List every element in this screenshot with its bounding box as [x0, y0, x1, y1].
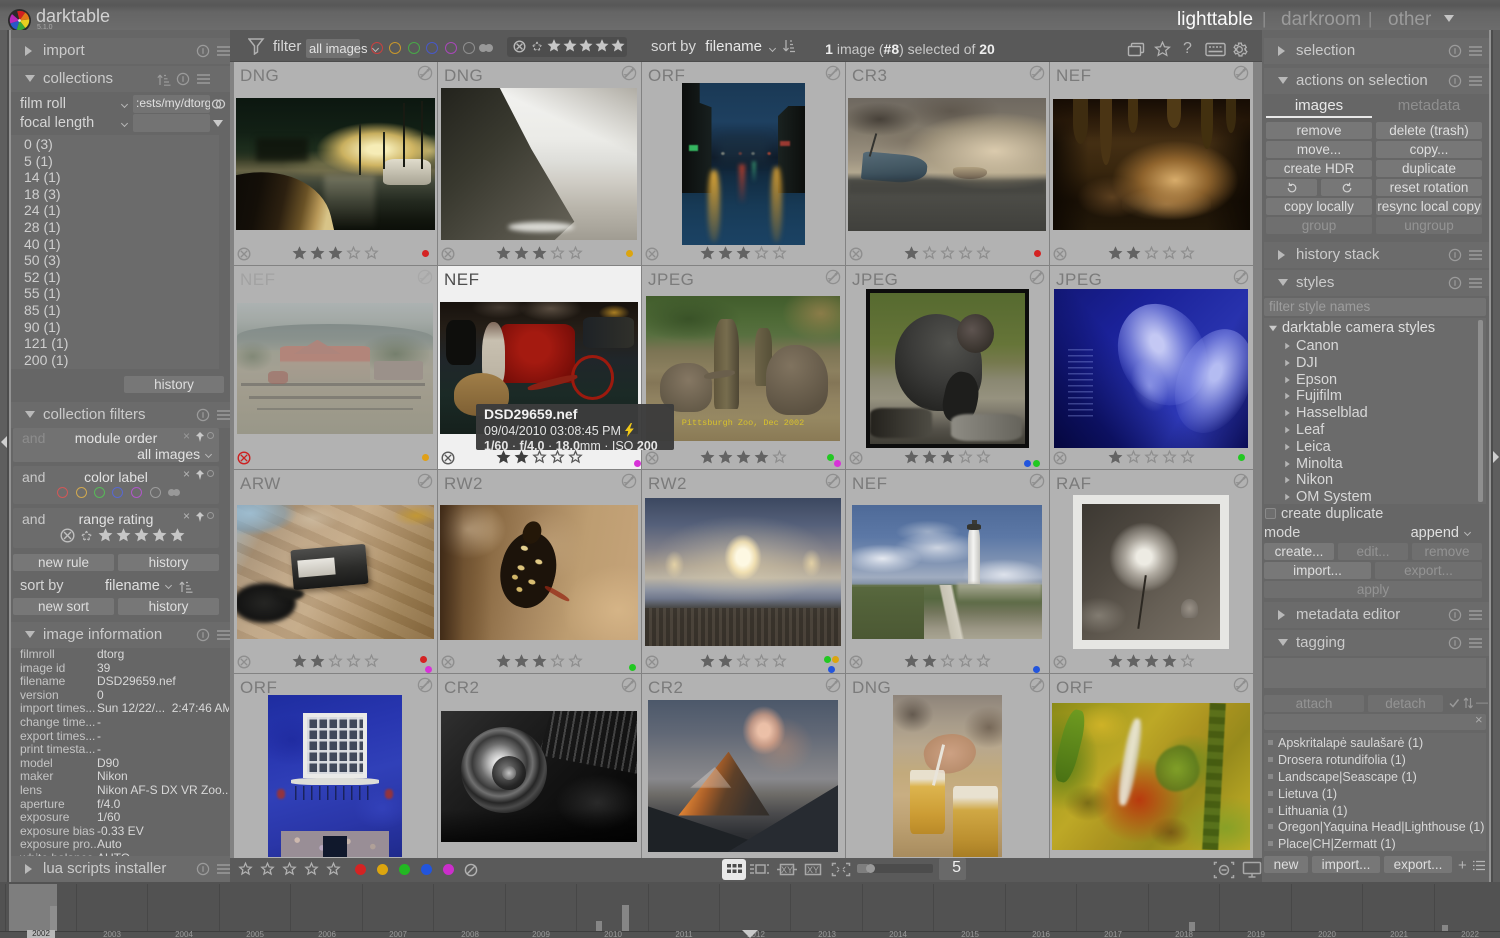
svg-text:XY: XY [781, 865, 793, 875]
svg-text:XY: XY [807, 865, 819, 875]
